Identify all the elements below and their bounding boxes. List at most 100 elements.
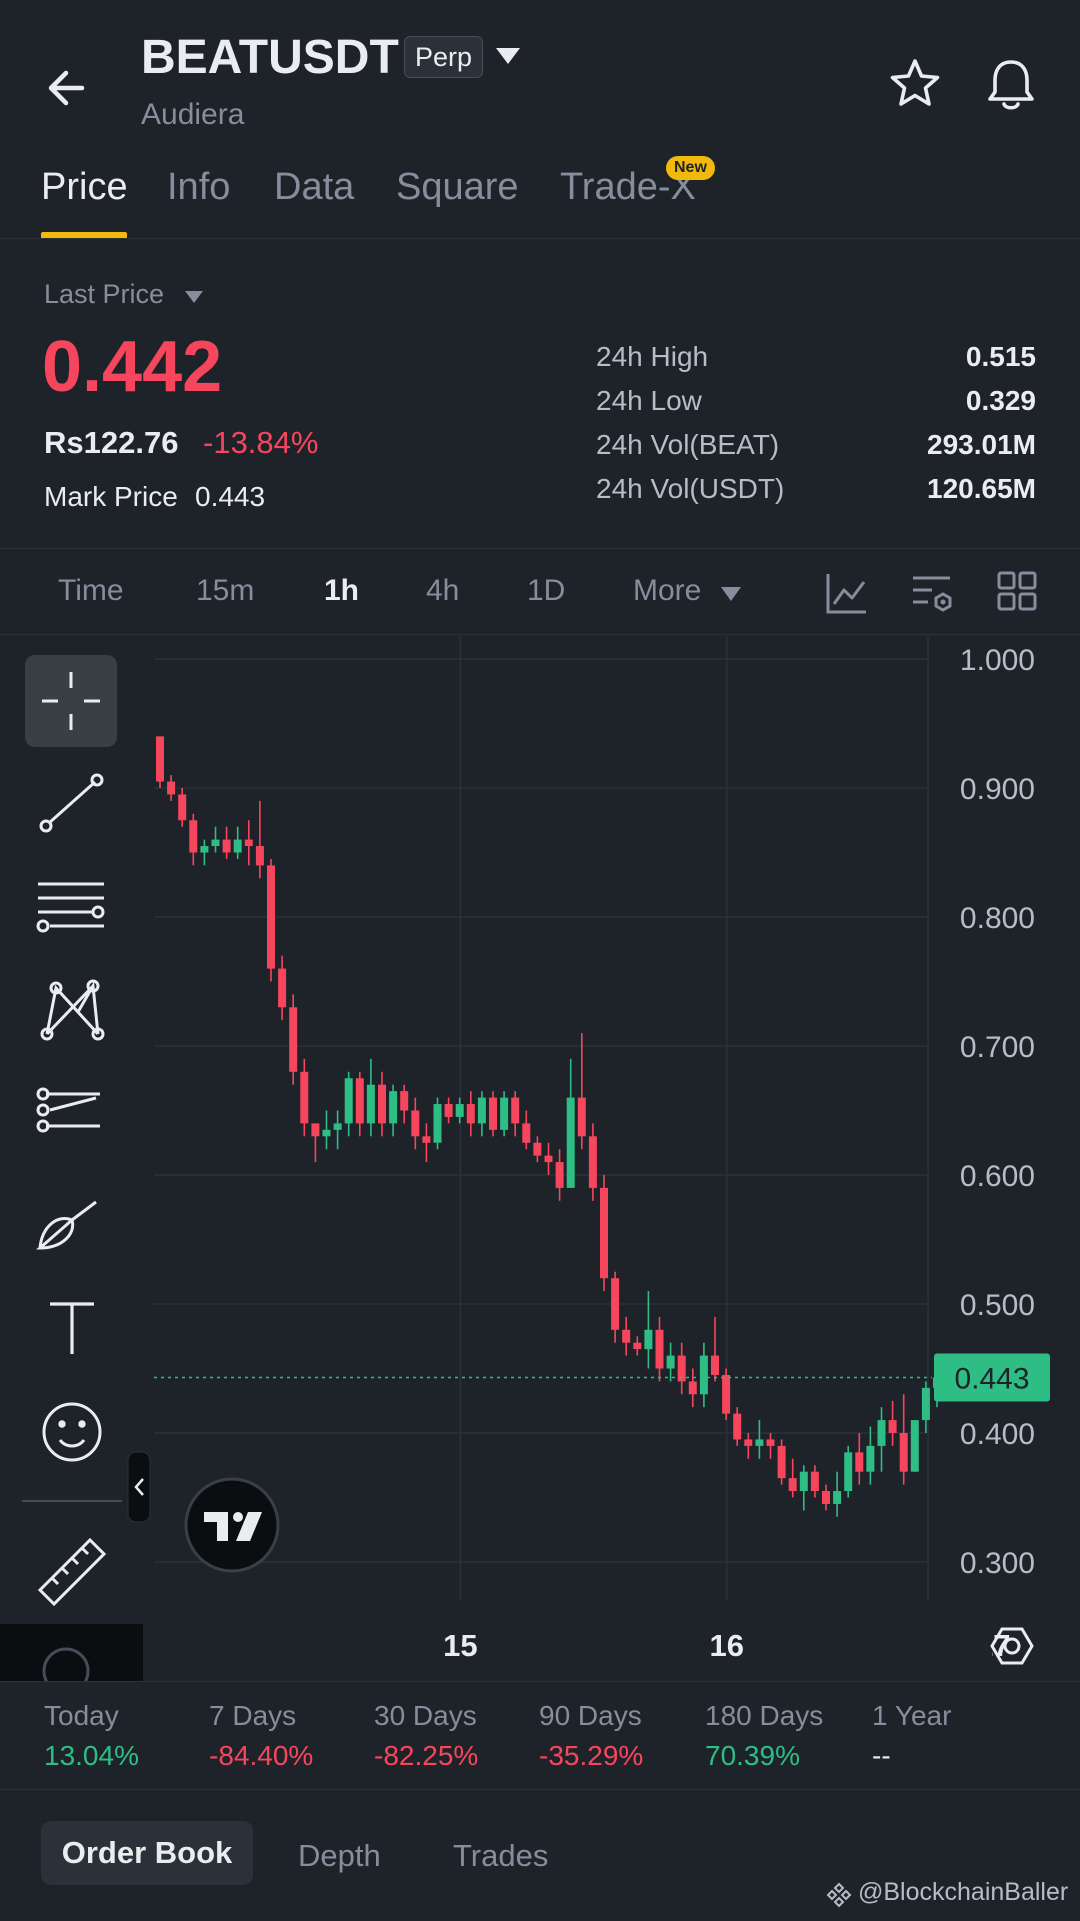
candle-body bbox=[544, 1155, 553, 1163]
layout-grid-icon[interactable] bbox=[996, 570, 1038, 612]
x-tick-label: 15 bbox=[443, 1628, 477, 1663]
tab-square[interactable]: Square bbox=[396, 166, 519, 209]
period-label-today: Today bbox=[44, 1700, 119, 1731]
chart-settings-icon[interactable] bbox=[910, 572, 954, 614]
indicator-chart-icon[interactable] bbox=[824, 570, 870, 616]
interval-1h[interactable]: 1h bbox=[324, 574, 359, 608]
candle-body bbox=[511, 1097, 520, 1124]
chart-settings-hex-icon[interactable] bbox=[990, 1627, 1037, 1665]
candle-body bbox=[588, 1136, 597, 1188]
period-value-180d: 70.39% bbox=[705, 1740, 800, 1771]
candle-body bbox=[477, 1097, 486, 1124]
y-tick-label: 0.700 bbox=[960, 1031, 1035, 1064]
crosshair-tool-bg[interactable] bbox=[25, 655, 117, 747]
candle-body bbox=[810, 1471, 819, 1492]
tab-info[interactable]: Info bbox=[167, 166, 230, 209]
new-badge: New bbox=[666, 156, 715, 180]
periods-divider bbox=[0, 1789, 1080, 1790]
candle-body bbox=[744, 1439, 753, 1446]
tab-order-book[interactable]: Order Book bbox=[41, 1821, 253, 1885]
candle-body bbox=[688, 1381, 697, 1395]
candle-body bbox=[755, 1439, 764, 1446]
y-tick-label: 0.300 bbox=[960, 1547, 1035, 1580]
candle-body bbox=[244, 839, 253, 847]
stat-value-24h-vol-quote: 120.65M bbox=[927, 473, 1036, 504]
back-arrow-icon[interactable] bbox=[40, 58, 100, 118]
candle-body bbox=[355, 1078, 364, 1124]
candle-body bbox=[267, 865, 275, 969]
tab-depth[interactable]: Depth bbox=[298, 1838, 381, 1874]
candle-body bbox=[866, 1445, 875, 1472]
candle-body bbox=[200, 846, 209, 853]
candle-body bbox=[566, 1097, 575, 1188]
tradingview-logo-icon bbox=[184, 1477, 280, 1573]
trendline-tool-icon[interactable] bbox=[39, 773, 104, 833]
candle-body bbox=[278, 968, 287, 1008]
perp-badge: Perp bbox=[404, 36, 484, 78]
candle-body bbox=[633, 1342, 642, 1350]
symbol-title[interactable]: BEATUSDT bbox=[141, 30, 399, 85]
period-value-30d: -82.25% bbox=[374, 1740, 479, 1771]
mark-price-value: 0.443 bbox=[195, 481, 266, 512]
more-caret-icon[interactable] bbox=[720, 586, 742, 602]
x-axis-mask bbox=[932, 1621, 992, 1671]
period-value-1y: -- bbox=[872, 1740, 891, 1771]
candle-body bbox=[766, 1439, 775, 1446]
ruler-tool-icon[interactable] bbox=[37, 1537, 107, 1607]
collapse-toolbar-handle[interactable] bbox=[127, 1451, 151, 1523]
candle-body bbox=[611, 1278, 620, 1330]
interval-more[interactable]: More bbox=[633, 574, 701, 608]
interval-15m[interactable]: 15m bbox=[196, 574, 254, 608]
period-label-1y: 1 Year bbox=[872, 1700, 952, 1731]
candle-body bbox=[211, 839, 220, 847]
favorite-star-icon[interactable] bbox=[887, 56, 943, 112]
tab-price[interactable]: Price bbox=[41, 166, 128, 209]
candlestick-chart[interactable]: 1.000 0.900 0.800 0.700 0.600 0.500 0.400 0.300… bbox=[0, 636, 1080, 1681]
candle-body bbox=[178, 794, 187, 821]
fiat-price: Rs122.76 bbox=[44, 425, 179, 460]
candle-body bbox=[255, 846, 264, 866]
candle-body bbox=[711, 1355, 719, 1375]
candle-body bbox=[300, 1071, 309, 1124]
interval-divider bbox=[0, 634, 1080, 635]
candle-body bbox=[655, 1329, 664, 1369]
brush-tool-icon[interactable] bbox=[36, 1200, 97, 1250]
candle-body bbox=[422, 1136, 431, 1143]
interval-1d[interactable]: 1D bbox=[527, 574, 565, 608]
period-value-today: 13.04% bbox=[44, 1740, 139, 1771]
candle-body bbox=[389, 1091, 398, 1124]
interval-time[interactable]: Time bbox=[58, 574, 124, 608]
candle-body bbox=[522, 1123, 531, 1143]
candle-body bbox=[366, 1084, 375, 1124]
y-tick-label: 0.600 bbox=[960, 1160, 1035, 1193]
period-value-7d: -84.40% bbox=[209, 1740, 314, 1771]
price-type-caret-icon[interactable] bbox=[184, 290, 204, 304]
price-alert-bell-icon[interactable] bbox=[982, 54, 1040, 114]
tools-overflow-bg bbox=[0, 1624, 143, 1681]
tab-trades[interactable]: Trades bbox=[453, 1838, 548, 1874]
text-tool-icon[interactable] bbox=[50, 1302, 94, 1354]
candle-body bbox=[799, 1471, 808, 1492]
candle-body bbox=[788, 1478, 797, 1492]
emoji-tool-icon[interactable] bbox=[42, 1402, 102, 1462]
binance-logo-icon bbox=[826, 1882, 852, 1908]
candle-body bbox=[577, 1097, 586, 1137]
candle-body bbox=[233, 839, 242, 853]
last-price: 0.442 bbox=[42, 327, 223, 407]
last-price-label[interactable]: Last Price bbox=[44, 279, 164, 310]
interval-4h[interactable]: 4h bbox=[426, 574, 459, 608]
candle-body bbox=[400, 1091, 409, 1111]
horizontal-lines-tool-icon[interactable] bbox=[36, 882, 105, 933]
fib-tool-icon[interactable] bbox=[36, 1087, 100, 1133]
tab-data[interactable]: Data bbox=[274, 166, 354, 209]
y-tick-label: 0.800 bbox=[960, 902, 1035, 935]
symbol-dropdown-caret-icon[interactable] bbox=[494, 46, 522, 66]
candle-body bbox=[500, 1097, 509, 1130]
stat-value-24h-vol-base: 293.01M bbox=[927, 429, 1036, 460]
candle-body bbox=[600, 1187, 608, 1279]
price-change-percent: -13.84% bbox=[203, 425, 319, 460]
candle-body bbox=[833, 1491, 842, 1504]
stat-label-24h-vol-base: 24h Vol(BEAT) bbox=[596, 429, 780, 460]
pattern-tool-icon[interactable] bbox=[40, 979, 105, 1041]
period-label-30d: 30 Days bbox=[374, 1700, 477, 1731]
